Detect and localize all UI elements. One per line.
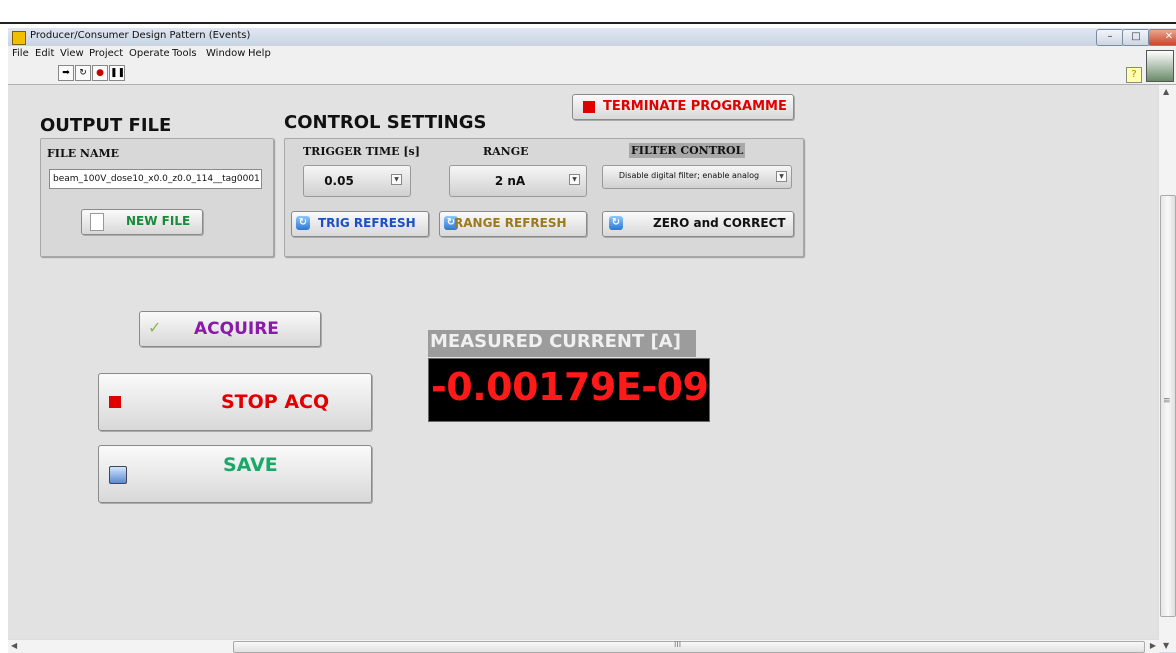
menu-view[interactable]: View	[60, 48, 84, 59]
run-continuously-icon[interactable]: ↻	[75, 65, 91, 81]
labview-app-icon	[12, 31, 26, 45]
file-name-label: FILE NAME	[47, 147, 120, 160]
file-name-field[interactable]: beam_100V_dose10_x0.0_z0.0_114__tag0001	[49, 169, 262, 189]
output-file-group: FILE NAME beam_100V_dose10_x0.0_z0.0_114…	[40, 138, 274, 257]
menu-edit[interactable]: Edit	[35, 48, 54, 59]
stop-acq-button[interactable]: STOP ACQ	[98, 373, 372, 431]
close-button[interactable]: ✕	[1148, 29, 1176, 46]
minimize-button[interactable]: –	[1096, 29, 1124, 46]
trig-refresh-label: TRIG REFRESH	[318, 216, 416, 230]
scroll-down-icon[interactable]: ▼	[1163, 641, 1169, 650]
zero-correct-label: ZERO and CORRECT	[653, 216, 786, 230]
scroll-up-icon[interactable]: ▲	[1163, 87, 1169, 96]
refresh-icon: ↻	[609, 216, 623, 230]
range-label: RANGE	[483, 145, 529, 158]
measured-current-label-box: MEASURED CURRENT [A]	[428, 330, 696, 357]
menu-bar: File Edit View Project Operate Tools Win…	[8, 46, 1176, 62]
acquire-button[interactable]: ✓ ACQUIRE	[139, 311, 321, 347]
control-settings-group: TRIGGER TIME [s] 0.05 ▼ RANGE 2 nA ▼ FIL…	[284, 138, 804, 257]
menu-project[interactable]: Project	[89, 48, 123, 59]
chevron-down-icon: ▼	[391, 174, 402, 185]
range-refresh-label: RANGE REFRESH	[454, 216, 567, 230]
horizontal-scrollbar[interactable]: ◀ III ▶	[8, 639, 1159, 653]
terminate-programme-button[interactable]: TERMINATE PROGRAMME	[572, 94, 794, 120]
control-settings-heading: CONTROL SETTINGS	[284, 112, 487, 133]
measured-current-label: MEASURED CURRENT [A]	[430, 331, 681, 352]
zero-correct-button[interactable]: ↻ ZERO and CORRECT	[602, 211, 794, 237]
vi-icon	[1146, 50, 1174, 82]
menu-help[interactable]: Help	[248, 48, 271, 59]
save-icon	[109, 466, 127, 484]
filter-control-value: Disable digital filter; enable analog	[618, 171, 760, 180]
range-select[interactable]: 2 nA ▼	[449, 165, 587, 197]
output-file-heading: OUTPUT FILE	[40, 115, 172, 136]
filter-control-select[interactable]: Disable digital filter; enable analog ▼	[602, 165, 792, 189]
chevron-down-icon: ▼	[569, 174, 580, 185]
window-title: Producer/Consumer Design Pattern (Events…	[30, 30, 251, 41]
chevron-down-icon: ▼	[776, 171, 787, 182]
trigger-time-label: TRIGGER TIME [s]	[303, 145, 420, 158]
stop-square-icon	[583, 101, 595, 113]
trig-refresh-button[interactable]: ↻ TRIG REFRESH	[291, 211, 429, 237]
save-label: SAVE	[223, 454, 278, 476]
pause-icon[interactable]: ❚❚	[109, 65, 125, 81]
menu-operate[interactable]: Operate	[129, 48, 170, 59]
new-file-label: NEW FILE	[126, 214, 191, 228]
horizontal-scroll-thumb[interactable]: III	[233, 640, 1145, 653]
range-refresh-button[interactable]: ↻ RANGE REFRESH	[439, 211, 587, 237]
menu-tools[interactable]: Tools	[172, 48, 197, 59]
new-file-button[interactable]: NEW FILE	[81, 209, 203, 235]
top-strip	[0, 0, 1176, 24]
grip-icon: ≡	[1163, 396, 1171, 406]
context-help-icon[interactable]: ?	[1126, 67, 1142, 83]
stop-square-icon	[109, 396, 121, 408]
menu-file[interactable]: File	[12, 48, 29, 59]
terminate-label: TERMINATE PROGRAMME	[603, 99, 787, 114]
maximize-button[interactable]: □	[1122, 29, 1150, 46]
measured-current-value: -0.00179E-09	[431, 365, 709, 409]
stop-acq-label: STOP ACQ	[221, 391, 330, 413]
grip-icon: III	[674, 640, 682, 649]
measured-current-display: -0.00179E-09	[428, 358, 710, 422]
title-bar: Producer/Consumer Design Pattern (Events…	[8, 28, 1176, 46]
front-panel: OUTPUT FILE FILE NAME beam_100V_dose10_x…	[8, 85, 1158, 652]
trigger-time-value: 0.05	[324, 174, 354, 188]
abort-icon[interactable]: ●	[92, 65, 108, 81]
refresh-icon: ↻	[296, 216, 310, 230]
scroll-left-icon[interactable]: ◀	[11, 641, 17, 650]
range-value: 2 nA	[494, 174, 526, 188]
trigger-time-select[interactable]: 0.05 ▼	[303, 165, 411, 197]
vertical-scroll-thumb[interactable]: ≡	[1160, 195, 1176, 617]
vertical-scrollbar[interactable]: ▲ ≡ ▼	[1158, 85, 1176, 652]
acquire-label: ACQUIRE	[194, 319, 279, 339]
run-arrow-icon[interactable]: ➡	[58, 65, 74, 81]
scroll-right-icon[interactable]: ▶	[1150, 641, 1156, 650]
toolbar: ➡ ↻ ● ❚❚ ?	[8, 50, 1176, 85]
menu-window[interactable]: Window	[206, 48, 245, 59]
new-file-icon	[90, 213, 104, 231]
checkmark-icon: ✓	[148, 318, 162, 337]
filter-control-label: FILTER CONTROL	[629, 143, 746, 158]
labview-window: Producer/Consumer Design Pattern (Events…	[8, 28, 1176, 653]
save-button[interactable]: SAVE	[98, 445, 372, 503]
